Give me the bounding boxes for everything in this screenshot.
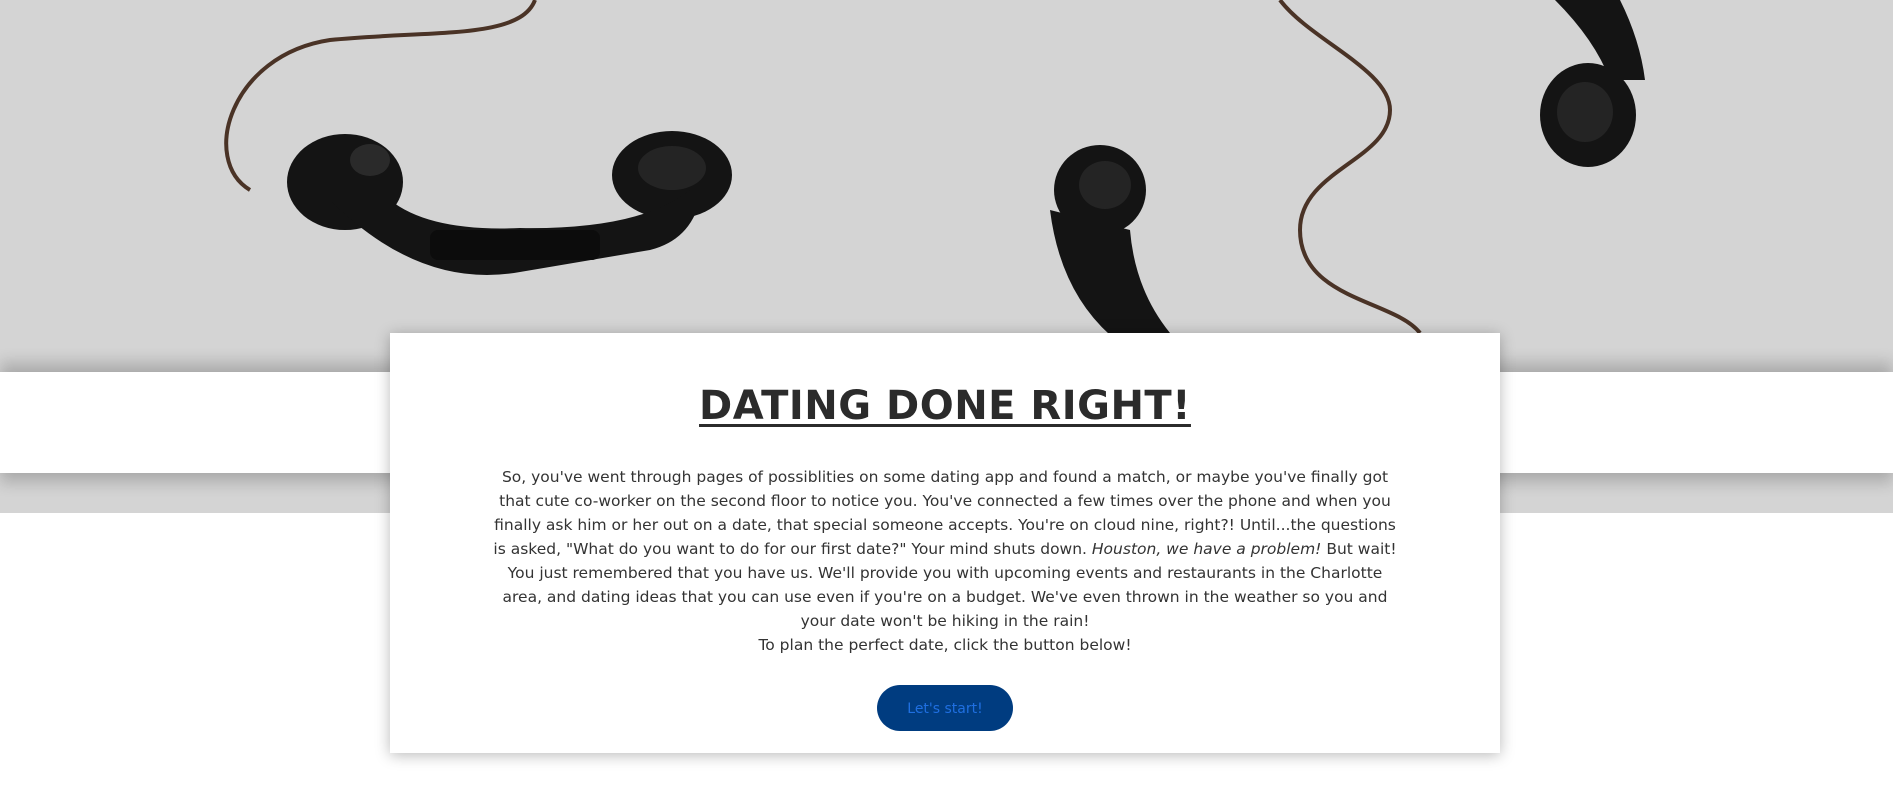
telephone-handset-right — [1540, 0, 1645, 167]
instruction-text: To plan the perfect date, click the butt… — [758, 636, 1132, 654]
telephone-handset-middle — [1050, 145, 1170, 335]
telephone-handsets-image — [224, 0, 1645, 335]
page: DATING DONE RIGHT! So, you've went throu… — [0, 0, 1893, 803]
telephone-handset-left — [287, 131, 732, 275]
intro-text-emphasis: Houston, we have a problem! — [1091, 540, 1322, 558]
lets-start-button[interactable]: Let's start! — [877, 685, 1013, 731]
page-title: DATING DONE RIGHT! — [699, 383, 1191, 429]
intro-card: DATING DONE RIGHT! So, you've went throu… — [390, 333, 1500, 753]
intro-text: So, you've went through pages of possibl… — [490, 465, 1400, 633]
